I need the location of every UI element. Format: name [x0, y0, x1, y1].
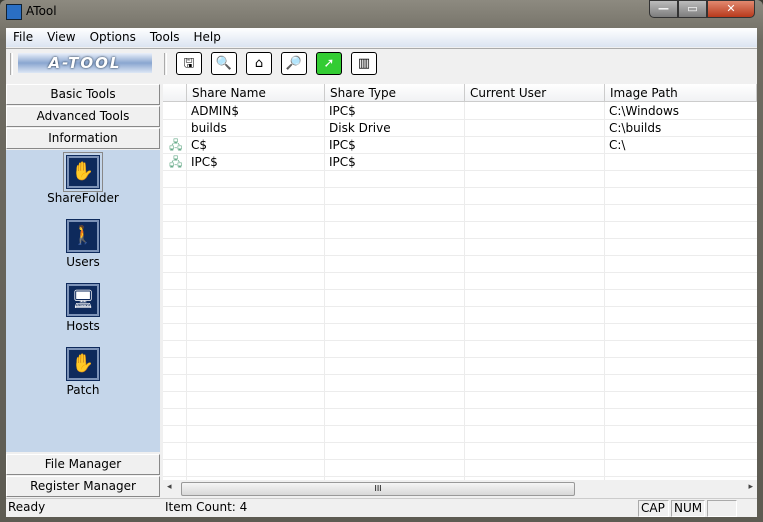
status-scrl [707, 500, 737, 517]
table-cell [465, 137, 469, 154]
save-icon[interactable]: 🖫 [176, 52, 202, 75]
horizontal-scrollbar[interactable]: ◂ III ▸ [163, 480, 757, 497]
table-cell: IPC$ [329, 138, 356, 152]
column-header-current-user[interactable]: Current User [465, 84, 605, 102]
column-header-icon[interactable] [163, 84, 187, 102]
menu-bar: File View Options Tools Help [6, 28, 757, 47]
table-cell [605, 154, 609, 171]
close-button[interactable]: ✕ [707, 0, 755, 18]
maximize-button[interactable]: ▭ [678, 0, 707, 18]
empty-row [163, 460, 757, 477]
empty-row [163, 273, 757, 290]
menu-view[interactable]: View [40, 28, 82, 47]
toolbar: A-TOOL 🖫 🔍 ⌂ 🔎 ➚ ▥ [6, 48, 757, 78]
status-num: NUM [671, 500, 705, 517]
share-list: Share Name Share Type Current User Image… [163, 84, 757, 480]
empty-row [163, 409, 757, 426]
columns-icon[interactable]: ▥ [351, 52, 377, 75]
table-cell [465, 120, 469, 137]
menu-options[interactable]: Options [83, 28, 143, 47]
nav-register-manager[interactable]: Register Manager [6, 476, 160, 497]
empty-row [163, 426, 757, 443]
client-area: File View Options Tools Help A-TOOL 🖫 🔍 … [6, 28, 757, 517]
nav-item-label: Patch [66, 383, 100, 397]
menu-file[interactable]: File [6, 28, 40, 47]
export-icon[interactable]: ➚ [316, 52, 342, 75]
minimize-button[interactable]: — [649, 0, 678, 18]
status-cap: CAP [638, 500, 669, 517]
table-cell: IPC$ [329, 104, 356, 118]
nav-item-hosts[interactable]: 🖥 Hosts [6, 284, 160, 333]
patch-icon: ✋ [67, 348, 99, 380]
empty-row [163, 239, 757, 256]
nav-item-users[interactable]: 🚶 Users [6, 220, 160, 269]
column-header-share-type[interactable]: Share Type [325, 84, 465, 102]
search-doc-icon[interactable]: 🔍 [211, 52, 237, 75]
table-cell: IPC$ [329, 155, 356, 169]
search-icon[interactable]: 🔎 [281, 52, 307, 75]
scroll-left-icon[interactable]: ◂ [167, 482, 172, 492]
window-title: ATool [26, 4, 57, 18]
empty-row [163, 256, 757, 273]
nav-file-manager[interactable]: File Manager [6, 454, 160, 475]
navigation-panel: Basic Tools Advanced Tools Information ✋… [6, 84, 160, 498]
share-drive-icon: 🖧 [169, 138, 183, 152]
nav-advanced-tools[interactable]: Advanced Tools [6, 106, 160, 127]
empty-row [163, 222, 757, 239]
table-cell: C$ [191, 138, 208, 152]
column-header-share-name[interactable]: Share Name [187, 84, 325, 102]
table-cell: builds [191, 121, 227, 135]
nav-basic-tools[interactable]: Basic Tools [6, 84, 160, 105]
scroll-thumb[interactable]: III [181, 482, 575, 496]
toolbar-grip[interactable] [164, 53, 167, 75]
empty-row [163, 171, 757, 188]
table-cell: C:\ [609, 138, 626, 152]
table-cell: C:\Windows [609, 104, 680, 118]
nav-item-patch[interactable]: ✋ Patch [6, 348, 160, 397]
column-header-image-path[interactable]: Image Path [605, 84, 757, 102]
table-row[interactable]: ADMIN$ IPC$ C:\Windows [163, 103, 757, 120]
table-cell: C:\builds [609, 121, 662, 135]
nav-information[interactable]: Information [6, 128, 160, 149]
table-cell: IPC$ [191, 155, 218, 169]
empty-row [163, 375, 757, 392]
users-icon: 🚶 [67, 220, 99, 252]
empty-row [163, 188, 757, 205]
status-bar: Ready Item Count: 4 CAP NUM [6, 498, 757, 517]
empty-row [163, 443, 757, 460]
share-drive-icon: 🖧 [169, 155, 183, 169]
status-ready: Ready [8, 500, 46, 514]
sharefolder-icon: ✋ [63, 152, 103, 192]
table-cell: ADMIN$ [191, 104, 239, 118]
table-row[interactable]: 🖧 IPC$ IPC$ [163, 154, 757, 171]
nav-item-label: ShareFolder [47, 191, 119, 205]
toolbar-grip[interactable] [10, 53, 13, 75]
table-row[interactable]: 🖧 C$ IPC$ C:\ [163, 137, 757, 154]
empty-row [163, 392, 757, 409]
empty-row [163, 324, 757, 341]
status-item-count: Item Count: 4 [165, 500, 248, 514]
menu-tools[interactable]: Tools [143, 28, 187, 47]
nav-item-label: Hosts [66, 319, 100, 333]
empty-row [163, 205, 757, 222]
home-icon[interactable]: ⌂ [246, 52, 272, 75]
table-cell [465, 103, 469, 120]
app-icon [6, 4, 22, 20]
table-cell [465, 154, 469, 171]
empty-row [163, 307, 757, 324]
scroll-right-icon[interactable]: ▸ [748, 482, 753, 492]
empty-row [163, 341, 757, 358]
information-pane: ✋ ShareFolder 🚶 Users 🖥 Hosts ✋ Patch [6, 150, 160, 452]
table-row[interactable]: builds Disk Drive C:\builds [163, 120, 757, 137]
table-cell: Disk Drive [329, 121, 391, 135]
atool-logo: A-TOOL [18, 53, 152, 73]
hosts-icon: 🖥 [67, 284, 99, 316]
nav-item-label: Users [66, 255, 100, 269]
empty-row [163, 290, 757, 307]
empty-row [163, 358, 757, 375]
document-icon [165, 120, 169, 137]
menu-help[interactable]: Help [186, 28, 227, 47]
document-icon [165, 103, 169, 120]
nav-item-sharefolder[interactable]: ✋ ShareFolder [6, 152, 160, 205]
